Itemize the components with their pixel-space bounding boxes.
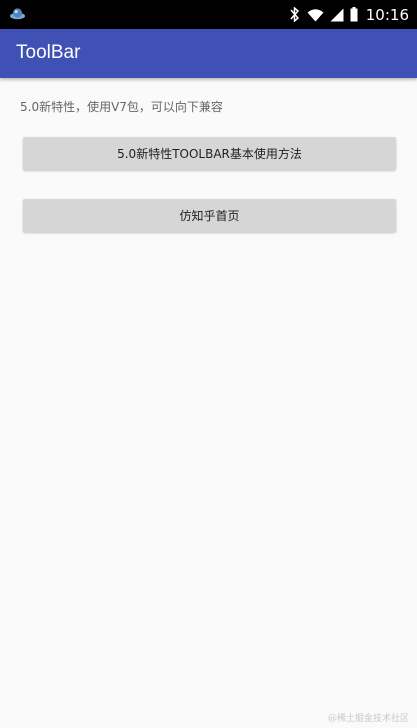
toolbar-basic-usage-button[interactable]: 5.0新特性TOOLBAR基本使用方法: [23, 137, 396, 170]
intro-text: 5.0新特性，使用V7包，可以向下兼容: [20, 100, 223, 114]
status-bar: 10:16: [0, 0, 417, 29]
status-icons: 10:16: [288, 0, 409, 29]
toolbar-title: ToolBar: [16, 42, 81, 63]
zhihu-home-button[interactable]: 仿知乎首页: [23, 199, 396, 232]
toolbar: ToolBar: [0, 29, 417, 78]
battery-icon: [350, 7, 358, 22]
watermark: @稀土掘金技术社区: [327, 714, 409, 724]
wifi-icon: [307, 8, 324, 21]
app-notification-icon: [10, 8, 25, 20]
status-time: 10:16: [365, 5, 409, 24]
bluetooth-icon: [290, 7, 299, 22]
signal-icon: [330, 8, 344, 21]
